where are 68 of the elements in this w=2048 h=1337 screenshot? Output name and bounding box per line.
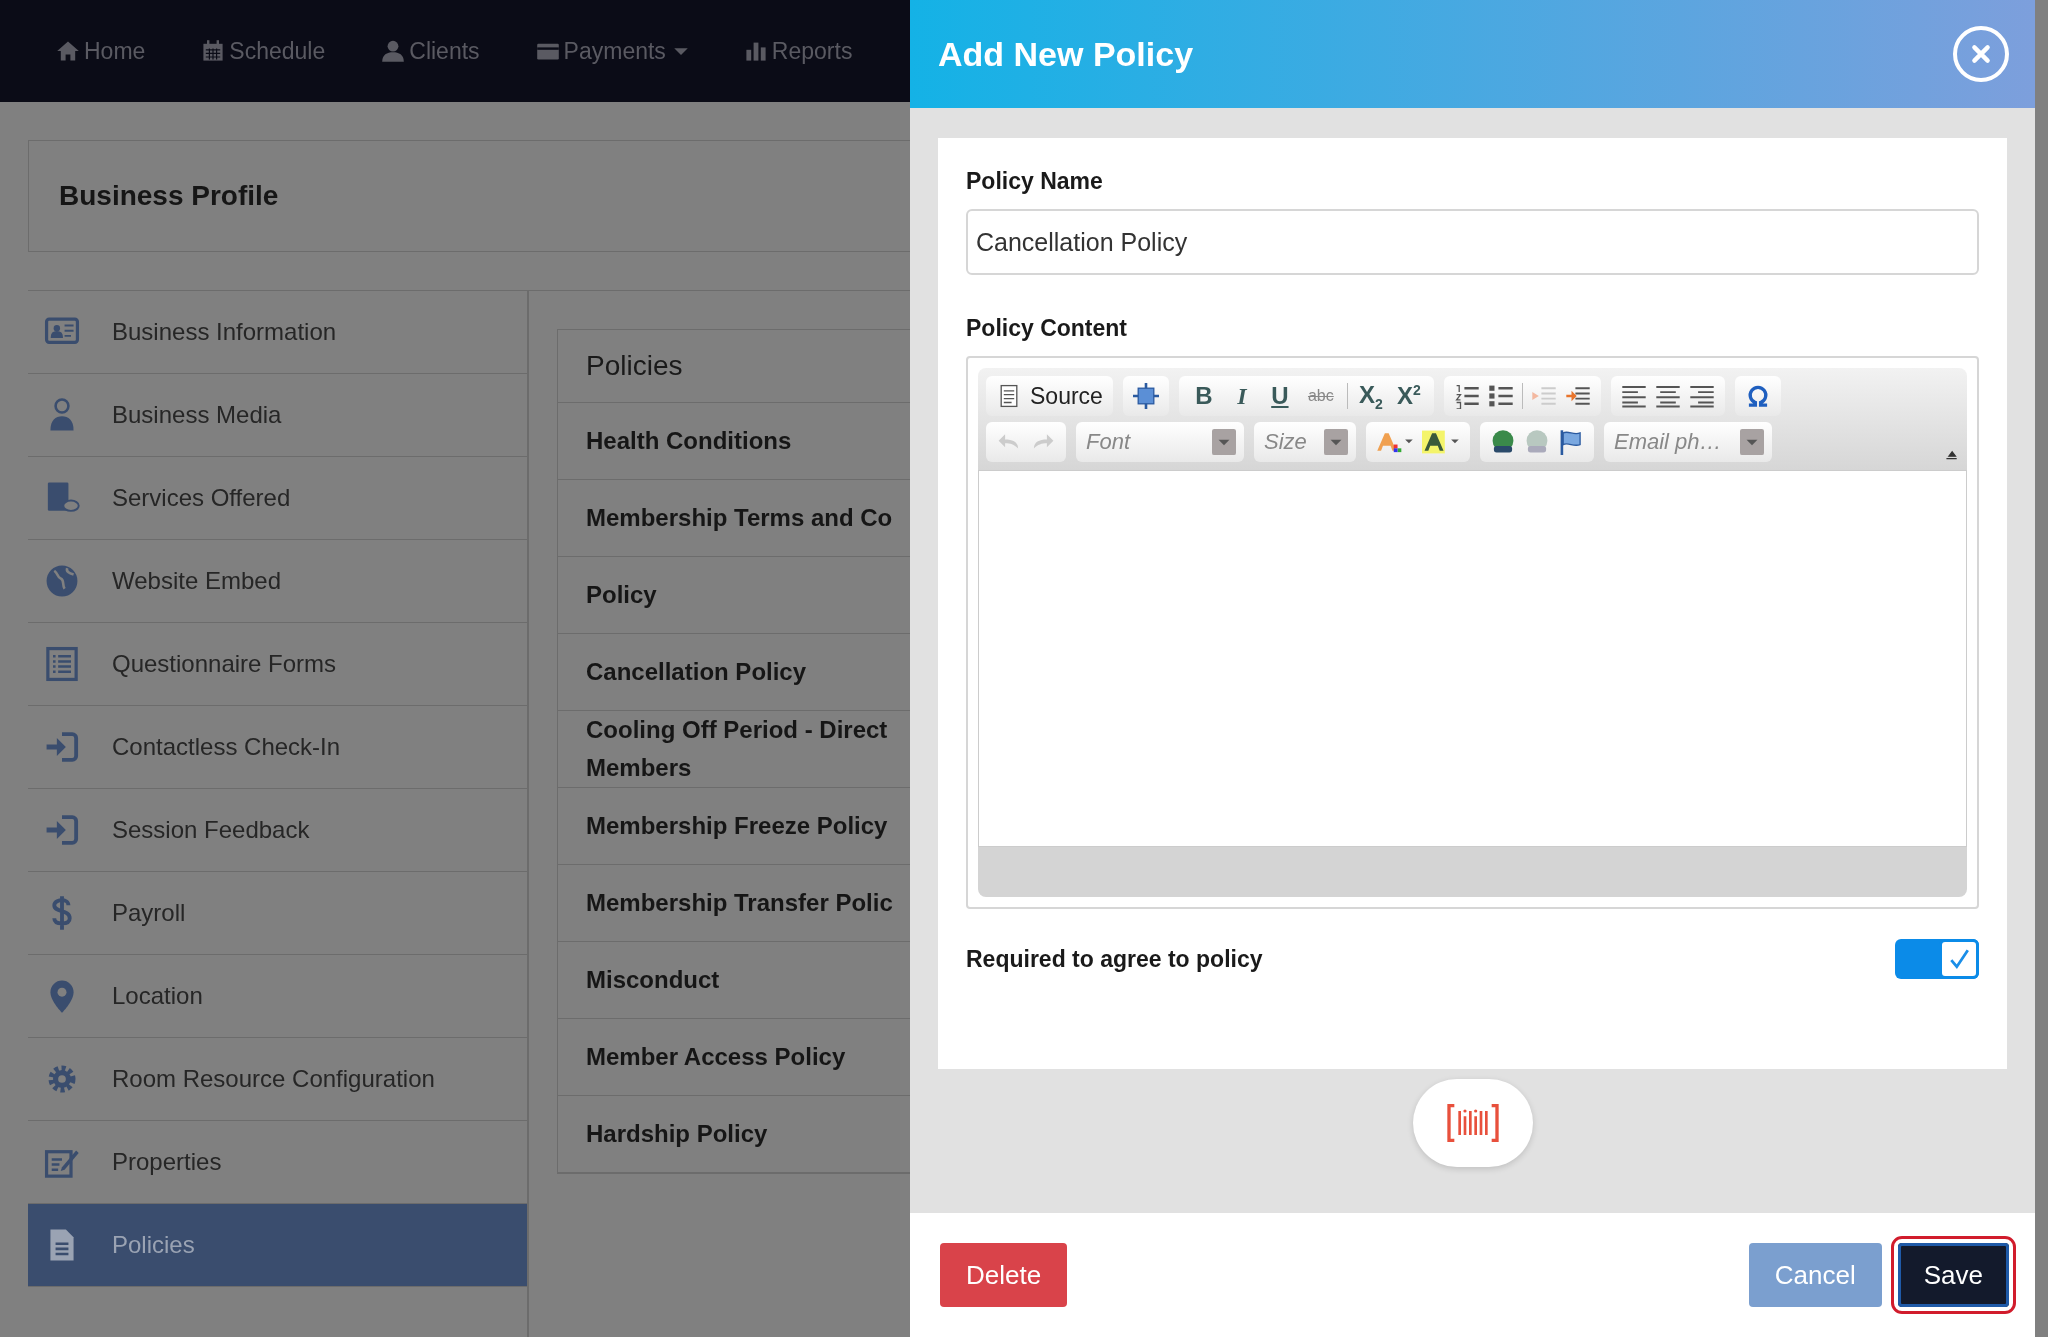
highlight-color-icon[interactable] [1422,429,1460,455]
policy-list-item[interactable]: Health Conditions [586,422,906,460]
policy-name-field[interactable]: Cancellation Policy [966,209,1979,275]
page-title: Business Profile [59,180,279,212]
toggle-label: Required to agree to policy [966,945,1263,973]
sign-in-icon [44,729,80,765]
source-button[interactable]: Source [986,376,1113,416]
align-left-icon[interactable] [1620,383,1647,409]
subscript-button[interactable]: X$_{2}$ [1355,380,1386,412]
cancel-button[interactable]: Cancel [1748,1243,1882,1307]
sidebar-item[interactable]: Business Media [28,374,527,457]
panel-title: Policies [586,350,683,382]
nav-link[interactable]: Reports [743,37,853,65]
sidebar-item[interactable]: Contactless Check-In [28,706,527,789]
globe-icon [44,563,80,599]
nav-link[interactable]: Schedule [201,37,326,65]
flag-icon[interactable] [1558,429,1584,455]
calendar-icon [201,39,226,63]
field-label: Policy Name [966,168,1104,195]
close-icon [1970,43,1992,65]
nav-link[interactable]: Clients [381,37,480,65]
email-protection-dropdown[interactable]: Email ph… [1604,422,1772,462]
sidebar-item[interactable]: Services Offered [28,457,527,540]
sidebar-item[interactable]: Business Information [28,291,527,374]
superscript-button[interactable]: X$^{2}$ [1393,382,1424,410]
close-button[interactable] [1953,26,2009,82]
list-icon [44,646,80,682]
field-label: Policy Content [966,315,1128,342]
policy-list-item[interactable]: Membership Freeze Policy [586,807,906,845]
bullet-list-icon[interactable] [1487,383,1514,409]
home-icon [56,39,80,63]
modal-title: Add New Policy [938,34,1194,74]
policy-list-item[interactable]: Hardship Policy [586,1115,906,1153]
delete-button[interactable]: Delete [940,1243,1068,1307]
globe-link-icon[interactable] [1490,429,1516,455]
nav-link[interactable]: Home [56,37,146,65]
policy-list-item[interactable]: Cooling Off Period - Direct Members [586,711,906,787]
nav-link[interactable]: Payments [535,37,688,65]
bold-button[interactable]: B [1188,382,1219,410]
policy-list-item[interactable]: Membership Terms and Co [586,499,906,537]
sidebar-item[interactable]: Policies [28,1204,527,1287]
strikethrough-button[interactable]: abc [1302,387,1339,405]
policy-list-item[interactable]: Cancellation Policy [586,653,906,691]
sidebar-item[interactable]: Website Embed [28,540,527,623]
sidebar-item[interactable]: Session Feedback [28,789,527,872]
sidebar-item[interactable]: Questionnaire Forms [28,623,527,706]
policy-list-item[interactable]: Policy [586,576,906,614]
underline-button[interactable]: U [1264,382,1295,410]
align-center-icon[interactable] [1654,383,1681,409]
numbered-list-icon[interactable] [1453,383,1480,409]
italic-button[interactable]: I [1226,382,1257,410]
policy-list-item[interactable]: Misconduct [586,961,906,999]
font-dropdown[interactable]: Font [1076,422,1244,462]
caret-icon [673,46,688,56]
scan-button[interactable] [1412,1079,1533,1167]
maximize-icon[interactable] [1132,383,1159,409]
align-right-icon[interactable] [1688,383,1715,409]
sign-in-icon [44,812,80,848]
barcode-scan-icon [1445,1103,1500,1143]
sidebar-item[interactable]: Location [28,955,527,1038]
policy-list-item[interactable]: Member Access Policy [586,1038,906,1076]
check-icon [1948,948,1970,970]
size-dropdown[interactable]: Size [1254,422,1356,462]
sidebar-item[interactable]: Payroll [28,872,527,955]
toggle-switch[interactable] [1895,939,1979,979]
user-icon [381,39,406,63]
sidebar-item[interactable]: Room Resource Configuration [28,1038,527,1121]
policy-list-item[interactable]: Membership Transfer Polic [586,884,906,922]
